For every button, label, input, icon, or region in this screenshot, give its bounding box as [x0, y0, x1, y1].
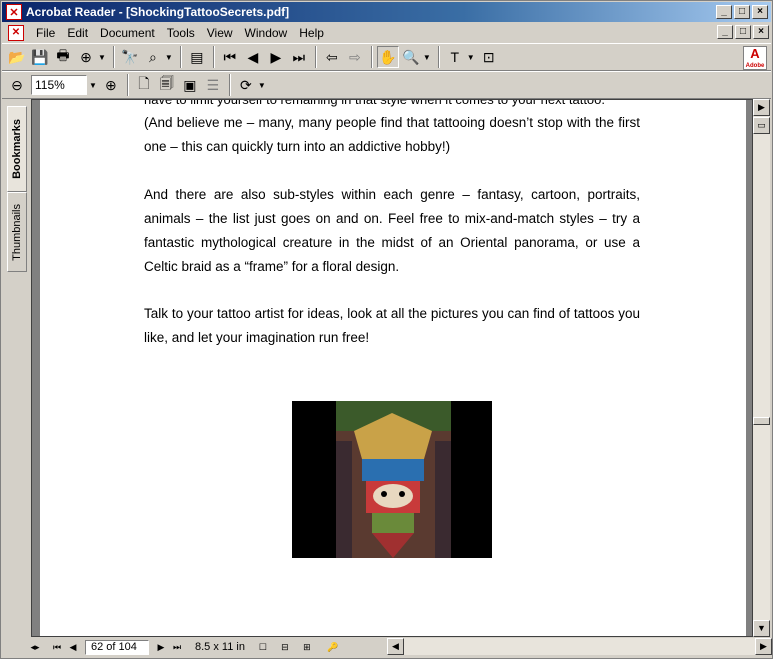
- scroll-thumb[interactable]: [753, 417, 770, 425]
- menu-edit[interactable]: Edit: [61, 26, 94, 40]
- previous-page-icon[interactable]: ◀: [242, 46, 264, 68]
- paragraph-1: (And believe me – many, many people find…: [144, 115, 640, 154]
- toolbar-separator: [228, 74, 231, 96]
- document-icon[interactable]: ✕: [8, 25, 24, 41]
- menu-window[interactable]: Window: [239, 26, 294, 40]
- adobe-logo[interactable]: A Adobe: [743, 46, 767, 70]
- next-page-icon[interactable]: ▶: [153, 640, 169, 654]
- minimize-button[interactable]: _: [716, 5, 732, 19]
- scroll-down-icon[interactable]: ▼: [753, 620, 770, 637]
- zoom-in-icon[interactable]: ⊕: [100, 74, 122, 96]
- zoom-tool-icon[interactable]: 🔍: [400, 46, 422, 68]
- doc-close-button[interactable]: ×: [753, 25, 769, 39]
- doc-minimize-button[interactable]: _: [717, 25, 733, 39]
- toolbar-separator: [112, 46, 115, 68]
- chevron-down-icon[interactable]: ▼: [89, 81, 97, 90]
- tattoo-image: [292, 401, 492, 558]
- rotate-view-icon[interactable]: ⟳: [235, 74, 257, 96]
- horizontal-scrollbar[interactable]: ◀ ▶: [387, 638, 772, 655]
- go-forward-icon[interactable]: ⇨: [344, 46, 366, 68]
- single-page-icon[interactable]: ☐: [255, 640, 271, 654]
- go-back-icon[interactable]: ⇦: [321, 46, 343, 68]
- text-select-icon[interactable]: T: [444, 46, 466, 68]
- chevron-down-icon[interactable]: ▼: [165, 53, 173, 62]
- toolbar-separator: [370, 46, 373, 68]
- vertical-scrollbar[interactable]: ▶ ▭ ▼: [753, 99, 770, 637]
- chevron-down-icon[interactable]: ▼: [467, 53, 475, 62]
- toolbar-separator: [314, 46, 317, 68]
- adobe-logo-mark: A: [750, 46, 760, 61]
- email-icon[interactable]: ⊕: [75, 46, 97, 68]
- tab-bookmarks-label: Bookmarks: [11, 119, 23, 179]
- chevron-down-icon[interactable]: ▼: [423, 53, 431, 62]
- toolbar-separator: [126, 74, 129, 96]
- last-page-icon[interactable]: ⏭: [169, 640, 185, 654]
- show-navigation-pane-icon[interactable]: ▤: [186, 46, 208, 68]
- chevron-down-icon[interactable]: ▼: [258, 81, 266, 90]
- menu-bar: ✕ File Edit Document Tools View Window H…: [2, 23, 771, 43]
- snapshot-icon[interactable]: ⊡: [478, 46, 500, 68]
- reflow-icon[interactable]: ☰: [202, 74, 224, 96]
- chevron-down-icon[interactable]: ▼: [98, 53, 106, 62]
- last-page-icon[interactable]: ⏭: [288, 46, 310, 68]
- tab-thumbnails-label: Thumbnails: [11, 203, 23, 261]
- title-bar: ✕ Acrobat Reader - [ShockingTattooSecret…: [2, 2, 771, 22]
- view-toolbar: ⊖ 115% ▼ ⊕ 🗋 🗐 ▣ ☰ ⟳ ▼: [2, 71, 771, 99]
- hand-tool-icon[interactable]: ✋: [376, 46, 399, 68]
- toolbar-separator: [437, 46, 440, 68]
- page-size: 8.5 x 11 in: [195, 641, 245, 653]
- tab-thumbnails[interactable]: Thumbnails: [7, 192, 27, 272]
- acrobat-icon: ✕: [6, 4, 22, 20]
- window-title: Acrobat Reader - [ShockingTattooSecrets.…: [26, 5, 290, 19]
- scroll-right-icon[interactable]: ▶: [753, 99, 770, 116]
- main-toolbar: 📂 💾 🖶 ⊕ ▼ 🔭 ⌕ ▼ ▤ ⏮ ◀ ▶ ⏭ ⇦ ⇨ ✋ 🔍 ▼ T ▼ …: [2, 43, 771, 71]
- toggle-pane-icon[interactable]: ◂▸: [27, 640, 43, 654]
- paragraph-3: Talk to your tattoo artist for ideas, lo…: [144, 306, 640, 345]
- scroll-right-icon[interactable]: ▶: [755, 638, 772, 655]
- maximize-button[interactable]: □: [734, 5, 750, 19]
- toolbar-separator: [212, 46, 215, 68]
- page-icon[interactable]: ▭: [753, 117, 770, 134]
- acrobat-window: ✕ Acrobat Reader - [ShockingTattooSecret…: [0, 0, 773, 659]
- search-icon[interactable]: 🔭: [119, 46, 141, 68]
- save-icon[interactable]: 💾: [29, 46, 51, 68]
- continuous-icon[interactable]: ⊟: [277, 640, 293, 654]
- first-page-icon[interactable]: ⏮: [49, 640, 65, 654]
- pdf-page: have to limit yourself to remaining in t…: [40, 100, 746, 636]
- menu-help[interactable]: Help: [293, 26, 330, 40]
- fit-width-icon[interactable]: ▣: [179, 74, 201, 96]
- find-icon[interactable]: ⌕: [142, 46, 164, 68]
- menu-file[interactable]: File: [30, 26, 61, 40]
- page-number-field[interactable]: 62 of 104: [85, 639, 149, 655]
- scroll-left-icon[interactable]: ◀: [387, 638, 404, 655]
- doc-restore-button[interactable]: □: [735, 25, 751, 39]
- close-button[interactable]: ×: [752, 5, 768, 19]
- open-icon[interactable]: 📂: [6, 46, 28, 68]
- key-icon[interactable]: 🔑: [325, 640, 341, 654]
- fit-page-icon[interactable]: 🗐: [156, 74, 178, 96]
- zoom-out-icon[interactable]: ⊖: [6, 74, 28, 96]
- next-page-icon[interactable]: ▶: [265, 46, 287, 68]
- menu-view[interactable]: View: [201, 26, 239, 40]
- menu-tools[interactable]: Tools: [161, 26, 201, 40]
- menu-document[interactable]: Document: [94, 26, 161, 40]
- document-viewport[interactable]: have to limit yourself to remaining in t…: [31, 99, 753, 637]
- continuous-facing-icon[interactable]: ⊞: [299, 640, 315, 654]
- print-icon[interactable]: 🖶: [52, 46, 74, 68]
- clipped-text-line: have to limit yourself to remaining in t…: [144, 100, 640, 108]
- paragraph-2: And there are also sub-styles within eac…: [144, 187, 640, 274]
- first-page-icon[interactable]: ⏮: [219, 46, 241, 68]
- tab-bookmarks[interactable]: Bookmarks: [7, 106, 27, 192]
- actual-size-icon[interactable]: 🗋: [133, 74, 155, 96]
- navigation-tabs: Bookmarks Thumbnails: [7, 106, 29, 636]
- zoom-input[interactable]: 115%: [31, 75, 87, 95]
- toolbar-separator: [179, 46, 182, 68]
- status-bar: ◂▸ ⏮ ◀ 62 of 104 ▶ ⏭ 8.5 x 11 in ☐ ⊟ ⊞ 🔑…: [27, 638, 772, 656]
- previous-page-icon[interactable]: ◀: [65, 640, 81, 654]
